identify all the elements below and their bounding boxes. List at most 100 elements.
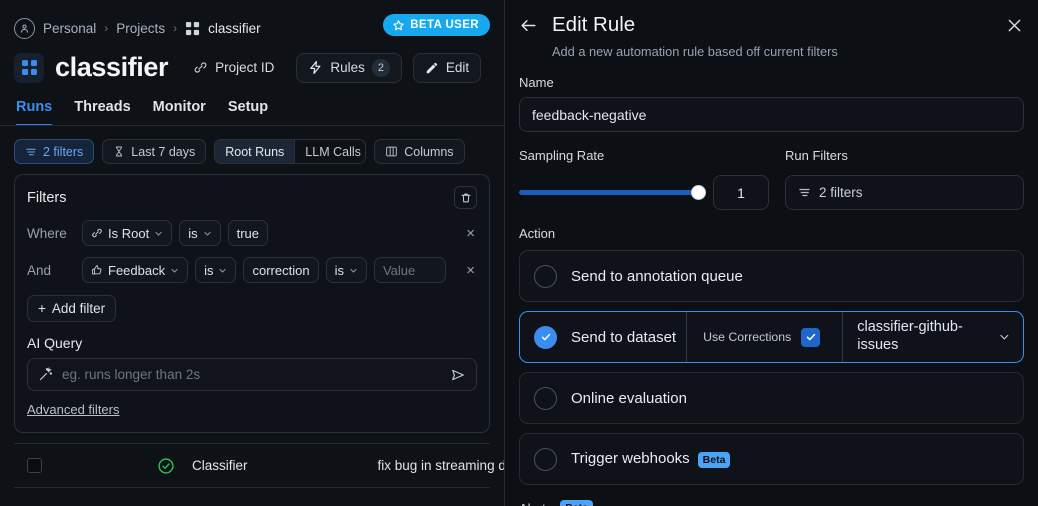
table-row[interactable]: Classifier fix bug in streaming d... [0, 444, 504, 487]
run-filters-group: Run Filters 2 filters [785, 132, 1024, 210]
tab-bar: Runs Threads Monitor Setup [0, 83, 504, 126]
filters-chip-label: 2 filters [43, 145, 83, 159]
columns-chip[interactable]: Columns [374, 139, 464, 164]
radio-button[interactable] [534, 387, 557, 410]
remove-filter-button[interactable]: × [466, 226, 477, 241]
breadcrumb-current[interactable]: classifier [208, 21, 261, 36]
filter-toolbar: 2 filters Last 7 days Root Runs LLM Call… [0, 126, 504, 164]
filter-field-label: Feedback [108, 263, 165, 278]
filter-value-input[interactable]: correction [243, 257, 318, 283]
filter-operator-label: is [204, 263, 213, 278]
sampling-rate-slider[interactable] [519, 184, 704, 202]
project-pane: Personal › Projects › classifier BETA US… [0, 0, 505, 506]
advanced-filters-link[interactable]: Advanced filters [27, 402, 120, 417]
plus-icon: + [38, 301, 46, 316]
action-option-send-to-dataset[interactable]: Send to dataset Use Corrections classifi… [519, 311, 1024, 363]
filter-field-select[interactable]: Feedback [82, 257, 188, 283]
filter-second-operator-select[interactable]: is [326, 257, 367, 283]
dataset-select[interactable]: classifier-github-issues [842, 312, 1023, 362]
use-corrections-group[interactable]: Use Corrections [686, 312, 836, 362]
edit-label: Edit [446, 60, 469, 75]
action-option-online-evaluation[interactable]: Online evaluation [519, 372, 1024, 424]
row-checkbox[interactable] [27, 458, 42, 473]
filter-second-operator-label: is [335, 263, 344, 278]
back-arrow-icon[interactable] [519, 13, 538, 39]
send-icon [450, 367, 466, 383]
ai-query-placeholder: eg. runs longer than 2s [62, 367, 441, 382]
sampling-rate-label: Sampling Rate [519, 148, 769, 163]
filter-field-select[interactable]: Is Root [82, 220, 172, 246]
star-icon [392, 19, 405, 32]
project-id-label: Project ID [215, 60, 274, 75]
filters-chip[interactable]: 2 filters [14, 139, 94, 164]
tab-monitor[interactable]: Monitor [153, 99, 206, 126]
thumbs-up-icon [91, 264, 103, 276]
action-option-main: Online evaluation [534, 373, 687, 423]
filter-icon [798, 186, 811, 199]
time-range-chip[interactable]: Last 7 days [102, 139, 206, 164]
action-option-text: Trigger webhooks [571, 450, 690, 467]
panel-subtitle: Add a new automation rule based off curr… [552, 44, 838, 59]
action-option-label: Send to dataset [571, 329, 676, 346]
filter-value-input[interactable]: true [228, 220, 268, 246]
tab-setup[interactable]: Setup [228, 99, 268, 126]
dataset-select-value: classifier-github-issues [857, 319, 990, 354]
action-option-trigger-webhooks[interactable]: Trigger webhooks Beta [519, 433, 1024, 485]
filter-operator-select[interactable]: is [195, 257, 236, 283]
chevron-down-icon [203, 229, 212, 238]
alerts-label: Alerts [519, 501, 552, 506]
breadcrumb-account[interactable]: Personal [43, 21, 96, 36]
action-option-label: Trigger webhooks Beta [571, 450, 730, 467]
app-root: Personal › Projects › classifier BETA US… [0, 0, 1038, 506]
action-option-main: Trigger webhooks Beta [534, 434, 730, 484]
filters-panel-header: Filters [27, 186, 477, 209]
project-title-row: classifier Project ID Rules 2 Ed [0, 42, 504, 83]
panel-title: Edit Rule [552, 13, 838, 37]
action-option-label: Online evaluation [571, 390, 687, 407]
beta-user-badge[interactable]: BETA USER [383, 14, 490, 36]
link-icon [91, 227, 103, 239]
filter-operator-select[interactable]: is [179, 220, 220, 246]
radio-button-selected[interactable] [534, 326, 557, 349]
avatar-icon [14, 18, 35, 39]
breadcrumb-separator-1: › [104, 21, 108, 35]
action-option-main[interactable]: Send to dataset [520, 312, 676, 362]
run-filters-select[interactable]: 2 filters [785, 175, 1024, 210]
edit-rule-panel: Edit Rule Add a new automation rule base… [505, 0, 1038, 506]
grid-icon [185, 21, 200, 36]
radio-button[interactable] [534, 448, 557, 471]
edit-button[interactable]: Edit [413, 53, 481, 83]
close-icon[interactable] [1005, 16, 1024, 40]
radio-button[interactable] [534, 265, 557, 288]
tab-runs[interactable]: Runs [16, 99, 52, 126]
name-field-label: Name [519, 75, 1024, 90]
action-option-main: Send to annotation queue [534, 251, 743, 301]
add-filter-button[interactable]: + Add filter [27, 295, 116, 322]
columns-label: Columns [404, 145, 453, 159]
delete-all-filters-button[interactable] [454, 186, 477, 209]
rules-count-badge: 2 [372, 59, 390, 77]
ai-query-label: AI Query [27, 335, 477, 351]
name-field[interactable]: feedback-negative [519, 97, 1024, 132]
segment-root-runs[interactable]: Root Runs [215, 140, 295, 163]
rules-button[interactable]: Rules 2 [296, 53, 402, 83]
slider-thumb[interactable] [691, 185, 706, 200]
segment-llm-calls[interactable]: LLM Calls [295, 140, 366, 163]
tab-bar-rule [0, 125, 504, 126]
action-option-annotation-queue[interactable]: Send to annotation queue [519, 250, 1024, 302]
tab-threads[interactable]: Threads [74, 99, 130, 126]
filter-second-value-input[interactable]: Value [374, 257, 446, 283]
ai-query-input[interactable]: eg. runs longer than 2s [27, 358, 477, 391]
sampling-rate-input[interactable]: 1 [713, 175, 769, 210]
beta-badge: Beta [698, 452, 731, 468]
remove-filter-button[interactable]: × [466, 263, 477, 278]
action-section-label: Action [519, 226, 1024, 241]
time-range-label: Last 7 days [131, 145, 195, 159]
breadcrumb-projects[interactable]: Projects [116, 21, 165, 36]
run-name[interactable]: Classifier [192, 458, 248, 473]
filters-panel: Filters Where Is Root is [14, 174, 490, 433]
magic-wand-icon [38, 367, 53, 382]
use-corrections-checkbox[interactable] [801, 328, 820, 347]
project-id-button[interactable]: Project ID [189, 53, 285, 83]
sampling-and-filters-row: Sampling Rate 1 Run Filters 2 filters [519, 132, 1024, 210]
